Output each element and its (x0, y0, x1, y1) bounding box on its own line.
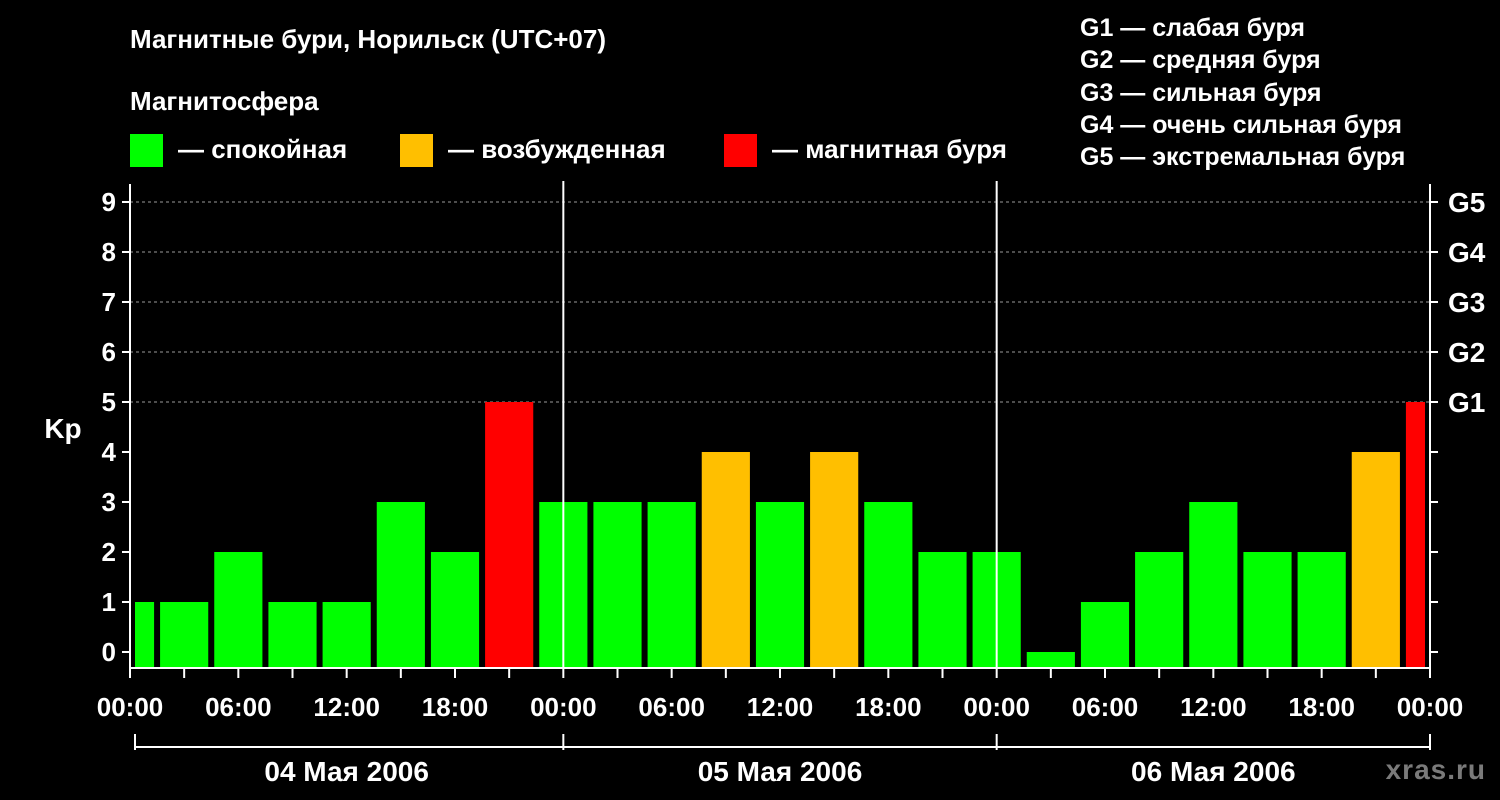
x-tick-label: 06:00 (638, 692, 705, 722)
y-tick-label: 4 (102, 437, 117, 467)
x-tick-label: 12:00 (1180, 692, 1247, 722)
day-label: 05 Мая 2006 (698, 756, 863, 787)
x-tick-label: 00:00 (530, 692, 597, 722)
y-tick-label: 8 (102, 237, 116, 267)
g-tick-label: G5 (1448, 187, 1485, 218)
kp-bar (268, 602, 317, 668)
kp-bar (1405, 402, 1425, 668)
x-tick-label: 18:00 (422, 692, 489, 722)
y-tick-label: 2 (102, 537, 116, 567)
y-axis-label: Kp (44, 413, 81, 444)
kp-bar-chart: 0 1 2 3 4 5 6 7 8 9 G1 G2 G3 G4 G5 Kp 00:00 06:00 12:00 18:… (44, 181, 1486, 787)
y-tick-label: 0 (102, 637, 116, 667)
kp-bar (810, 452, 859, 668)
g-tick-label: G1 (1448, 387, 1485, 418)
y-tick-label: 5 (102, 387, 116, 417)
x-tick-label: 12:00 (313, 692, 380, 722)
day-label: 04 Мая 2006 (264, 756, 429, 787)
g-tick-label: G4 (1448, 237, 1486, 268)
kp-bar (647, 502, 696, 668)
kp-bar (1189, 502, 1238, 668)
x-tick-label: 06:00 (1072, 692, 1139, 722)
kp-bar (135, 602, 155, 668)
kp-bar (593, 502, 642, 668)
g-tick-label: G2 (1448, 337, 1485, 368)
kp-bar (1026, 652, 1075, 668)
kp-bar (1297, 552, 1346, 668)
x-tick-label: 18:00 (1288, 692, 1355, 722)
y-tick-label: 7 (102, 287, 116, 317)
kp-bar (864, 502, 913, 668)
kp-bar (755, 502, 805, 668)
kp-bar (1135, 552, 1184, 668)
x-tick-label: 00:00 (1397, 692, 1464, 722)
kp-bar (160, 602, 209, 668)
y-tick-label: 6 (102, 337, 116, 367)
kp-bar (322, 602, 371, 668)
y-tick-label: 3 (102, 487, 116, 517)
day-label: 06 Мая 2006 (1131, 756, 1296, 787)
kp-bar (430, 552, 480, 668)
y-tick-label: 1 (102, 587, 116, 617)
x-tick-label: 18:00 (855, 692, 922, 722)
watermark: xras.ru (1385, 754, 1486, 785)
kp-bar (1351, 452, 1400, 668)
kp-bar (701, 452, 750, 668)
kp-bar (1243, 552, 1292, 668)
kp-bar (376, 502, 425, 668)
kp-bar (214, 552, 263, 668)
kp-bar (485, 402, 534, 668)
x-tick-label: 00:00 (963, 692, 1030, 722)
kp-bar (1080, 602, 1130, 668)
x-tick-label: 12:00 (747, 692, 814, 722)
g-tick-label: G3 (1448, 287, 1485, 318)
x-tick-label: 06:00 (205, 692, 272, 722)
x-tick-label: 00:00 (97, 692, 164, 722)
kp-bar (918, 552, 967, 668)
y-tick-label: 9 (102, 187, 116, 217)
